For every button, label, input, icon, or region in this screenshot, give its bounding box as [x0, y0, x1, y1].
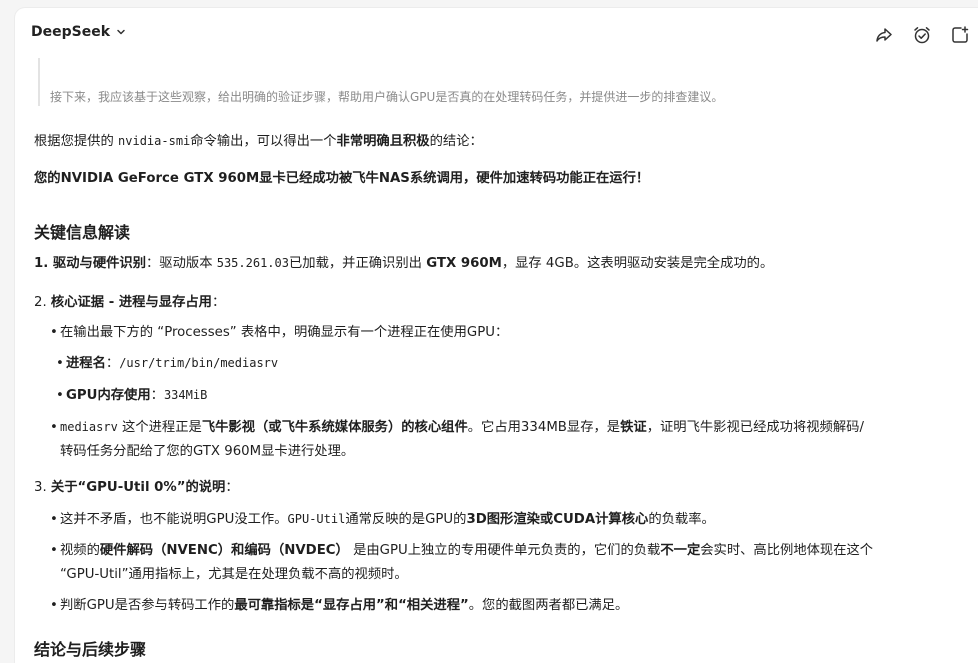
intro-bold: 非常明确且积极	[336, 134, 430, 149]
section-title: 结论与后续步骤	[34, 640, 147, 659]
gpu-util-code: GPU-Util	[287, 512, 346, 526]
item-text: ：	[105, 356, 120, 371]
item-label: 关于“GPU-Util 0%”的说明	[50, 480, 226, 495]
list-item: • 判断GPU是否参与转码工作的最可靠指标是“显存占用”和“相关进程”。您的截图两…	[50, 596, 628, 616]
list-item: • 视频的硬件解码（NVENC）和编码（NVDEC） 是由GPU上独立的专用硬件单…	[50, 541, 873, 561]
brand-label: DeepSeek	[31, 24, 111, 40]
header-actions	[872, 23, 972, 47]
list-item: • 在输出最下方的 “Processes” 表格中，明确显示有一个进程正在使用GP…	[50, 323, 508, 343]
bullet: •	[50, 512, 58, 527]
item-text: 是由GPU上独立的专用硬件单元负责的，它们的负载	[348, 543, 661, 558]
item-text: 判断GPU是否参与转码工作的	[60, 598, 235, 613]
item-text: 。它占用334MB显存，是	[467, 420, 621, 435]
bullet: •	[56, 388, 64, 403]
item-text: 已加载，并正确识别出	[288, 256, 427, 271]
item-bold: 最可靠指标是“显存占用”和“相关进程”	[234, 598, 469, 613]
list-item: • 这并不矛盾，也不能说明GPU没工作。GPU-Util通常反映的是GPU的3D图…	[50, 509, 715, 530]
conclusion: 您的NVIDIA GeForce GTX 960M显卡已经成功被飞牛NAS系统调…	[34, 169, 649, 189]
item-text: ：	[150, 388, 164, 403]
item-text: 这并不矛盾，也不能说明GPU没工作。	[60, 512, 288, 527]
intro-code: nvidia-smi	[118, 134, 191, 148]
bullet: •	[56, 356, 64, 371]
item-bold: 不一定	[660, 543, 701, 558]
think-text: 接下来，我应该基于这些观察，给出明确的验证步骤，帮助用户确认GPU是否真的在处理…	[50, 90, 724, 104]
list-item-continuation: “GPU-Util”通用指标上，尤其是在处理负载不高的视频时。	[60, 565, 408, 585]
list-item-1: 1. 驱动与硬件识别：驱动版本 535.261.03已加载，并正确识别出 GTX…	[34, 253, 773, 274]
item-text: 。您的截图两者都已满足。	[468, 598, 629, 613]
item-text: ：	[211, 295, 226, 310]
item-text: 视频的	[60, 543, 100, 558]
driver-version: 535.261.03	[216, 256, 289, 270]
list-item: • GPU内存使用：334MiB	[56, 385, 207, 406]
model-selector[interactable]: DeepSeek	[31, 24, 126, 40]
item-text: “GPU-Util”通用指标上，尤其是在处理负载不高的视频时。	[60, 567, 408, 582]
item-text: ，证明飞牛影视已经成功将视频解码/	[646, 420, 864, 435]
item-number: 3.	[34, 480, 51, 495]
item-number: 2.	[34, 295, 51, 310]
item-text: ：驱动版本	[146, 256, 217, 271]
item-text: ，显存 4GB。这表明驱动安装是完全成功的。	[501, 256, 774, 271]
item-label: GPU内存使用	[66, 388, 151, 403]
alarm-icon[interactable]	[910, 23, 934, 47]
item-bold: 铁证	[620, 420, 647, 435]
item-text: 通常反映的是GPU的	[345, 512, 467, 527]
process-name: /usr/trim/bin/mediasrv	[119, 356, 279, 370]
item-bold: 硬件解码（NVENC）和编码（NVDEC）	[99, 543, 349, 558]
bullet: •	[50, 543, 58, 558]
new-chat-icon[interactable]	[948, 23, 972, 47]
gpu-memory-usage: 334MiB	[163, 388, 208, 402]
chat-window: DeepSeek 接下来，我应该基于这些观察，给出明确的验证步骤，帮助用户确认G…	[15, 8, 978, 663]
intro-text: 的结论：	[429, 134, 483, 149]
item-label: 1. 驱动与硬件识别	[34, 256, 147, 271]
header: DeepSeek	[15, 8, 978, 58]
chevron-down-icon	[116, 27, 126, 37]
item-bold: 3D图形渲染或CUDA计算核心	[466, 512, 649, 527]
list-item-3: 3. 关于“GPU-Util 0%”的说明：	[34, 478, 239, 498]
gpu-model: GTX 960M	[426, 256, 502, 271]
bullet: •	[50, 420, 58, 435]
conclusion-text: 您的NVIDIA GeForce GTX 960M显卡已经成功被飞牛NAS系统调…	[34, 171, 650, 186]
bullet: •	[50, 598, 58, 613]
intro-text: 根据您提供的	[34, 134, 119, 149]
item-text: 转码任务分配给了您的GTX 960M显卡进行处理。	[60, 444, 355, 459]
item-bold: 飞牛影视（或飞牛系统媒体服务）的核心组件	[201, 420, 468, 435]
intro-text: 命令输出，可以得出一个	[190, 134, 337, 149]
list-item-2: 2. 核心证据 - 进程与显存占用：	[34, 293, 225, 313]
share-icon[interactable]	[872, 23, 896, 47]
think-block-border	[38, 58, 40, 106]
intro-paragraph: 根据您提供的 nvidia-smi命令输出，可以得出一个非常明确且积极的结论：	[34, 131, 483, 152]
item-label: 核心证据 - 进程与显存占用	[50, 295, 212, 310]
item-text: 在输出最下方的 “Processes” 表格中，明确显示有一个进程正在使用GPU…	[60, 325, 509, 340]
list-item: • 进程名：/usr/trim/bin/mediasrv	[56, 353, 278, 374]
item-text: 这个进程正是	[117, 420, 202, 435]
item-text: ：	[225, 480, 239, 495]
list-item-continuation: 转码任务分配给了您的GTX 960M显卡进行处理。	[60, 442, 354, 462]
section-title: 关键信息解读	[34, 223, 131, 242]
list-item: • mediasrv 这个进程正是飞牛影视（或飞牛系统媒体服务）的核心组件。它占用…	[50, 417, 864, 438]
item-text: 的负载率。	[648, 512, 715, 527]
process-code: mediasrv	[60, 420, 118, 434]
item-text: 会实时、高比例地体现在这个	[700, 543, 874, 558]
item-label: 进程名	[66, 356, 106, 371]
bullet: •	[50, 325, 58, 340]
